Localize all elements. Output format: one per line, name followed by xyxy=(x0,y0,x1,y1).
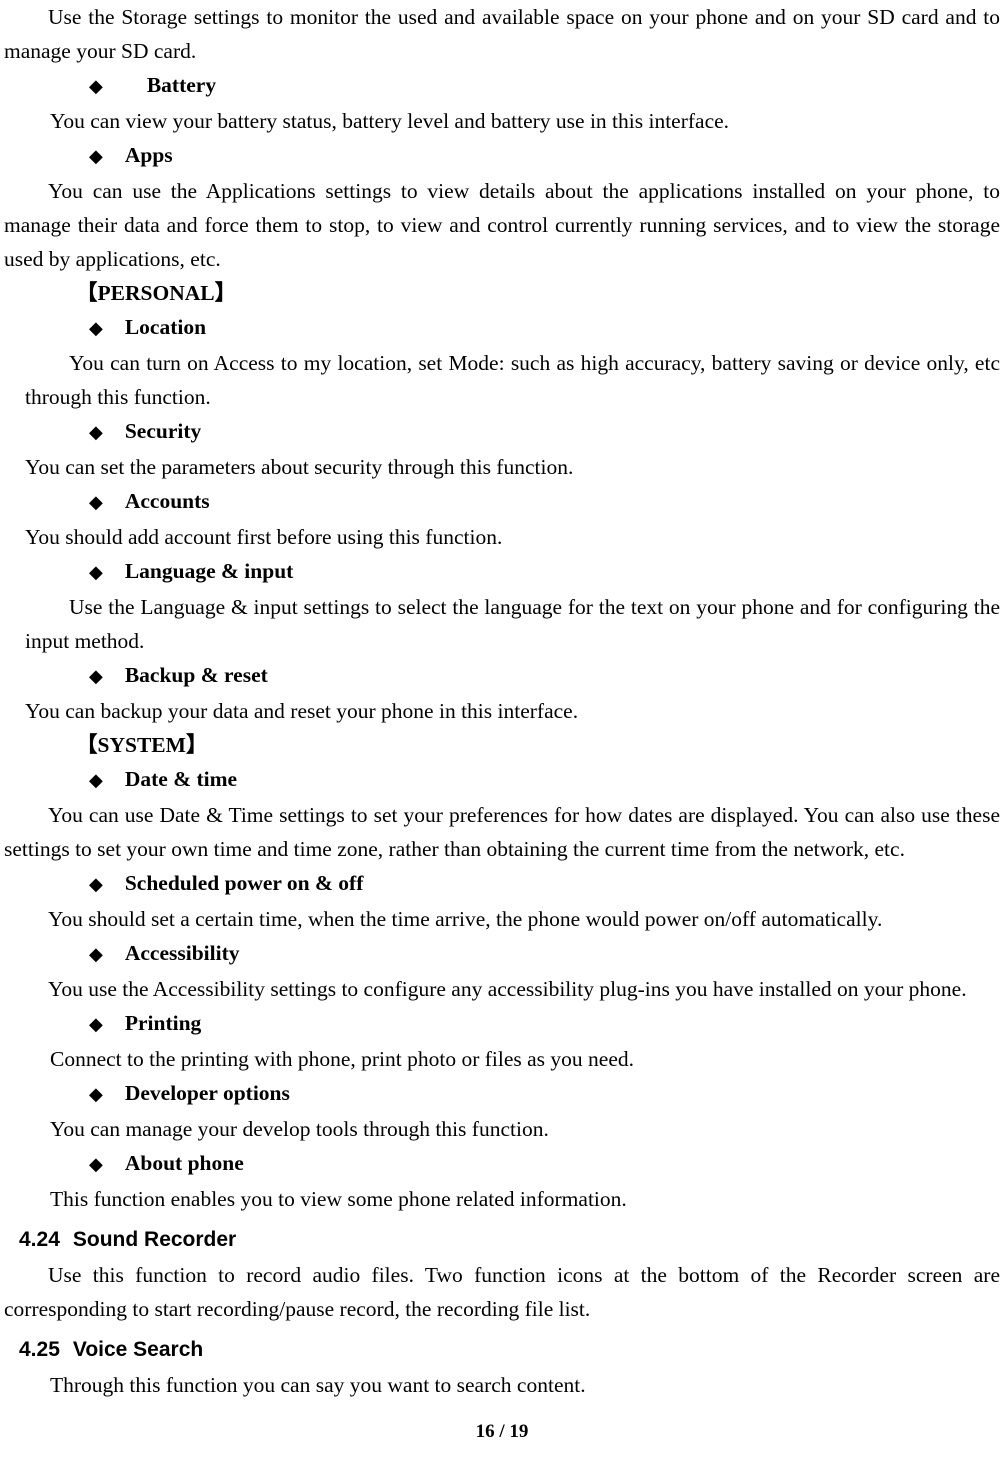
diamond-bullet-icon: ◆ xyxy=(89,874,103,895)
page-footer: 16 / 19 xyxy=(475,1421,529,1442)
paragraph-scheduled-power: You should set a certain time, when the … xyxy=(48,907,883,931)
bullet-heading-backup-reset: ◆ Backup & reset xyxy=(4,658,1000,694)
paragraph-accessibility: You use the Accessibility settings to co… xyxy=(48,977,967,1001)
paragraph-security: You can set the parameters about securit… xyxy=(25,455,574,479)
paragraph-developer-options: You can manage your develop tools throug… xyxy=(50,1117,549,1141)
paragraph-sound-recorder: Use this function to record audio files.… xyxy=(4,1263,1000,1321)
page-content: Use the Storage settings to monitor the … xyxy=(4,0,1000,1402)
bullet-heading-accessibility: ◆ Accessibility xyxy=(4,936,1000,972)
bullet-label-language-input: Language & input xyxy=(124,559,294,583)
diamond-bullet-icon: ◆ xyxy=(89,1014,103,1035)
diamond-bullet-icon: ◆ xyxy=(89,146,103,167)
bullet-heading-apps: ◆ Apps xyxy=(4,138,1000,174)
bullet-heading-about-phone: ◆ About phone xyxy=(4,1146,1000,1182)
paragraph-accounts: You should add account first before usin… xyxy=(25,525,503,549)
bullet-label-battery: Battery xyxy=(146,73,217,97)
bullet-label-printing: Printing xyxy=(124,1011,202,1035)
bullet-label-location: Location xyxy=(124,315,207,339)
paragraph-battery: You can view your battery status, batter… xyxy=(50,109,730,133)
paragraph-date-time: You can use Date & Time settings to set … xyxy=(4,803,1000,861)
diamond-bullet-icon: ◆ xyxy=(89,770,103,791)
paragraph-backup-reset: You can backup your data and reset your … xyxy=(25,699,579,723)
diamond-bullet-icon: ◆ xyxy=(89,76,103,97)
bracket-open: 【 xyxy=(76,281,98,305)
section-heading-sound-recorder: 4.24 Sound Recorder xyxy=(4,1222,1000,1258)
section-title: Sound Recorder xyxy=(72,1228,237,1251)
bullet-label-accessibility: Accessibility xyxy=(124,941,240,965)
bullet-label-backup-reset: Backup & reset xyxy=(124,663,268,687)
bullet-label-security: Security xyxy=(124,419,202,443)
bullet-heading-location: ◆ Location xyxy=(4,310,1000,346)
paragraph-storage: Use the Storage settings to monitor the … xyxy=(4,5,1000,63)
bullet-heading-accounts: ◆ Accounts xyxy=(4,484,1000,520)
bullet-heading-printing: ◆ Printing xyxy=(4,1006,1000,1042)
bullet-label-date-time: Date & time xyxy=(124,767,238,791)
bullet-label-scheduled-power: Scheduled power on & off xyxy=(124,871,364,895)
paragraph-language-input: Use the Language & input settings to sel… xyxy=(25,595,1000,653)
group-label-system: SYSTEM xyxy=(97,733,186,757)
bullet-heading-date-time: ◆ Date & time xyxy=(4,762,1000,798)
group-heading-personal: 【PERSONAL】 xyxy=(4,276,1000,310)
bullet-label-apps: Apps xyxy=(124,143,173,167)
bullet-heading-scheduled-power: ◆ Scheduled power on & off xyxy=(4,866,1000,902)
group-heading-system: 【SYSTEM】 xyxy=(4,728,1000,762)
bracket-open: 【 xyxy=(76,733,98,757)
diamond-bullet-icon: ◆ xyxy=(89,666,103,687)
diamond-bullet-icon: ◆ xyxy=(89,562,103,583)
diamond-bullet-icon: ◆ xyxy=(89,1154,103,1175)
diamond-bullet-icon: ◆ xyxy=(89,318,103,339)
diamond-bullet-icon: ◆ xyxy=(89,492,103,513)
section-heading-voice-search: 4.25 Voice Search xyxy=(4,1332,1000,1368)
section-number: 4.25 xyxy=(19,1338,60,1361)
paragraph-apps: You can use the Applications settings to… xyxy=(4,179,1000,271)
bullet-heading-developer-options: ◆ Developer options xyxy=(4,1076,1000,1112)
bullet-heading-security: ◆ Security xyxy=(4,414,1000,450)
bracket-close: 】 xyxy=(214,281,237,305)
bracket-close: 】 xyxy=(185,733,208,757)
diamond-bullet-icon: ◆ xyxy=(89,944,103,965)
bullet-label-accounts: Accounts xyxy=(124,489,210,513)
paragraph-printing: Connect to the printing with phone, prin… xyxy=(50,1047,634,1071)
section-title: Voice Search xyxy=(72,1338,204,1361)
diamond-bullet-icon: ◆ xyxy=(89,1084,103,1105)
bullet-heading-language-input: ◆ Language & input xyxy=(4,554,1000,590)
bullet-label-about-phone: About phone xyxy=(124,1151,244,1175)
paragraph-voice-search: Through this function you can say you wa… xyxy=(50,1373,586,1397)
section-number: 4.24 xyxy=(19,1228,60,1251)
bullet-label-developer-options: Developer options xyxy=(124,1081,290,1105)
paragraph-location: You can turn on Access to my location, s… xyxy=(25,351,1000,409)
group-label-personal: PERSONAL xyxy=(97,281,215,305)
manual-page: Use the Storage settings to monitor the … xyxy=(0,0,1004,1466)
diamond-bullet-icon: ◆ xyxy=(89,422,103,443)
paragraph-about-phone: This function enables you to view some p… xyxy=(50,1187,627,1211)
bullet-heading-battery: ◆ Battery xyxy=(4,68,1000,104)
